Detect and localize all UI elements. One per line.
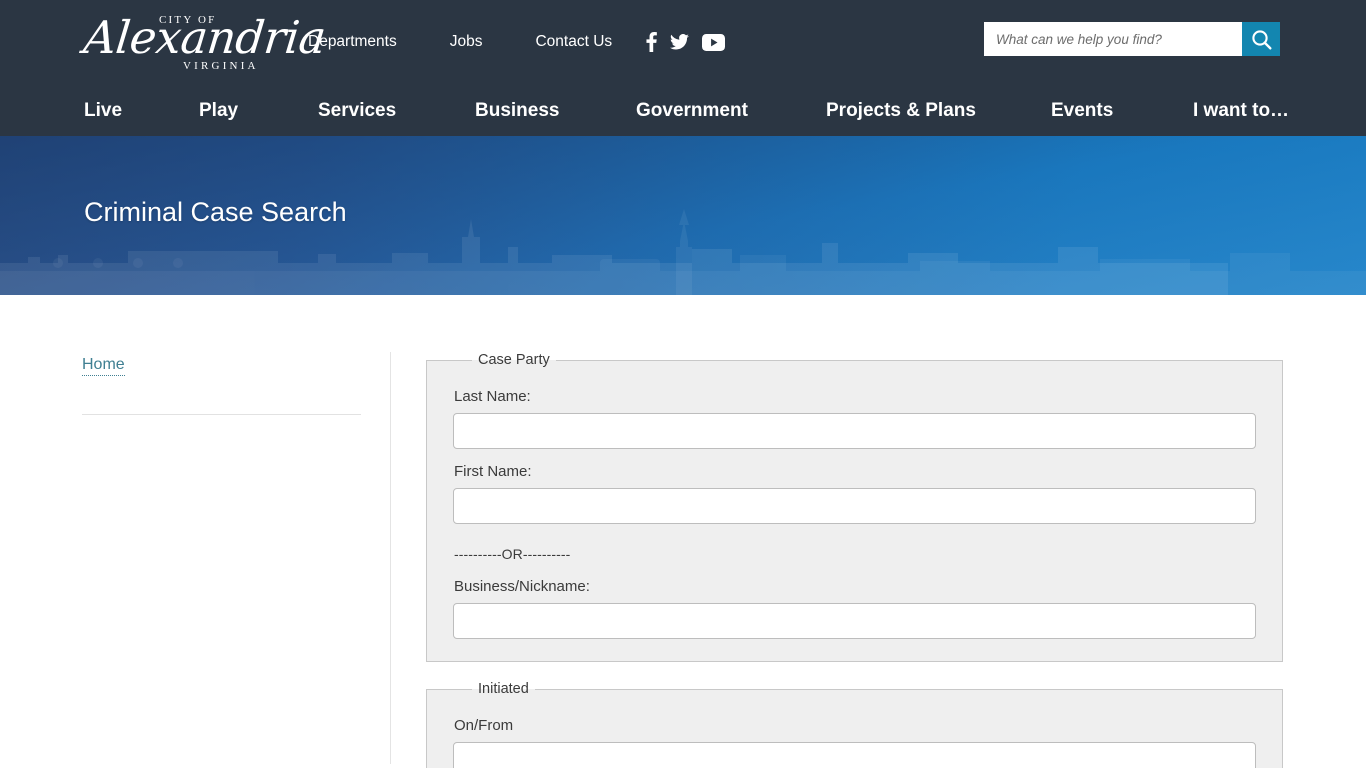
fieldset-legend-initiated: Initiated — [478, 681, 529, 697]
last-name-input[interactable] — [453, 413, 1256, 449]
on-from-date-input[interactable] — [453, 742, 1256, 768]
nav-item-projects-plans[interactable]: Projects & Plans — [826, 98, 976, 124]
facebook-icon[interactable] — [646, 32, 657, 52]
logo-virginia-text: VIRGINIA — [183, 60, 259, 72]
logo-city-of-text: CITY OF — [159, 14, 217, 26]
label-first-name: First Name: — [454, 463, 532, 480]
or-separator-text: ----------OR---------- — [454, 546, 571, 562]
search-icon — [1251, 29, 1272, 50]
nav-item-business[interactable]: Business — [475, 98, 559, 124]
sidebar-divider — [82, 414, 361, 415]
fieldset-initiated: Initiated On/From — [426, 680, 1283, 768]
fieldset-case-party: Case Party Last Name: First Name: ------… — [426, 351, 1283, 662]
label-on-from: On/From — [454, 717, 514, 734]
search-input[interactable] — [984, 22, 1242, 56]
primary-nav: Live Play Services Business Government P… — [0, 86, 1366, 136]
site-logo[interactable]: Alexandria CITY OF VIRGINIA — [81, 10, 328, 78]
nav-link-departments[interactable]: Departments — [308, 31, 397, 53]
site-header: Alexandria CITY OF VIRGINIA Departments … — [0, 0, 1366, 136]
search-button[interactable] — [1242, 22, 1280, 56]
fieldset-legend-case-party: Case Party — [478, 352, 550, 368]
twitter-icon[interactable] — [670, 34, 690, 50]
label-business-nickname: Business/Nickname: — [454, 578, 590, 595]
nav-item-i-want-to[interactable]: I want to… — [1193, 98, 1289, 124]
nav-item-play[interactable]: Play — [199, 98, 238, 124]
nav-item-events[interactable]: Events — [1051, 98, 1113, 124]
nav-link-contact-us[interactable]: Contact Us — [535, 31, 612, 53]
site-search — [984, 22, 1280, 56]
first-name-input[interactable] — [453, 488, 1256, 524]
sidebar: Home — [82, 354, 390, 415]
youtube-icon[interactable] — [702, 33, 726, 51]
nav-item-government[interactable]: Government — [636, 98, 748, 124]
criminal-case-search-form: Case Party Last Name: First Name: ------… — [426, 351, 1283, 768]
breadcrumb-home-link[interactable]: Home — [82, 356, 125, 376]
label-last-name: Last Name: — [454, 388, 531, 405]
header-top-bar: Alexandria CITY OF VIRGINIA Departments … — [0, 0, 1366, 86]
social-links — [646, 32, 726, 52]
content-vertical-divider — [390, 352, 391, 764]
page-hero-banner: Criminal Case Search — [0, 136, 1366, 295]
nav-item-live[interactable]: Live — [84, 98, 122, 124]
page-title: Criminal Case Search — [84, 197, 347, 227]
utility-nav: Departments Jobs Contact Us — [308, 31, 726, 53]
nav-item-services[interactable]: Services — [318, 98, 396, 124]
nav-link-jobs[interactable]: Jobs — [450, 31, 483, 53]
business-nickname-input[interactable] — [453, 603, 1256, 639]
